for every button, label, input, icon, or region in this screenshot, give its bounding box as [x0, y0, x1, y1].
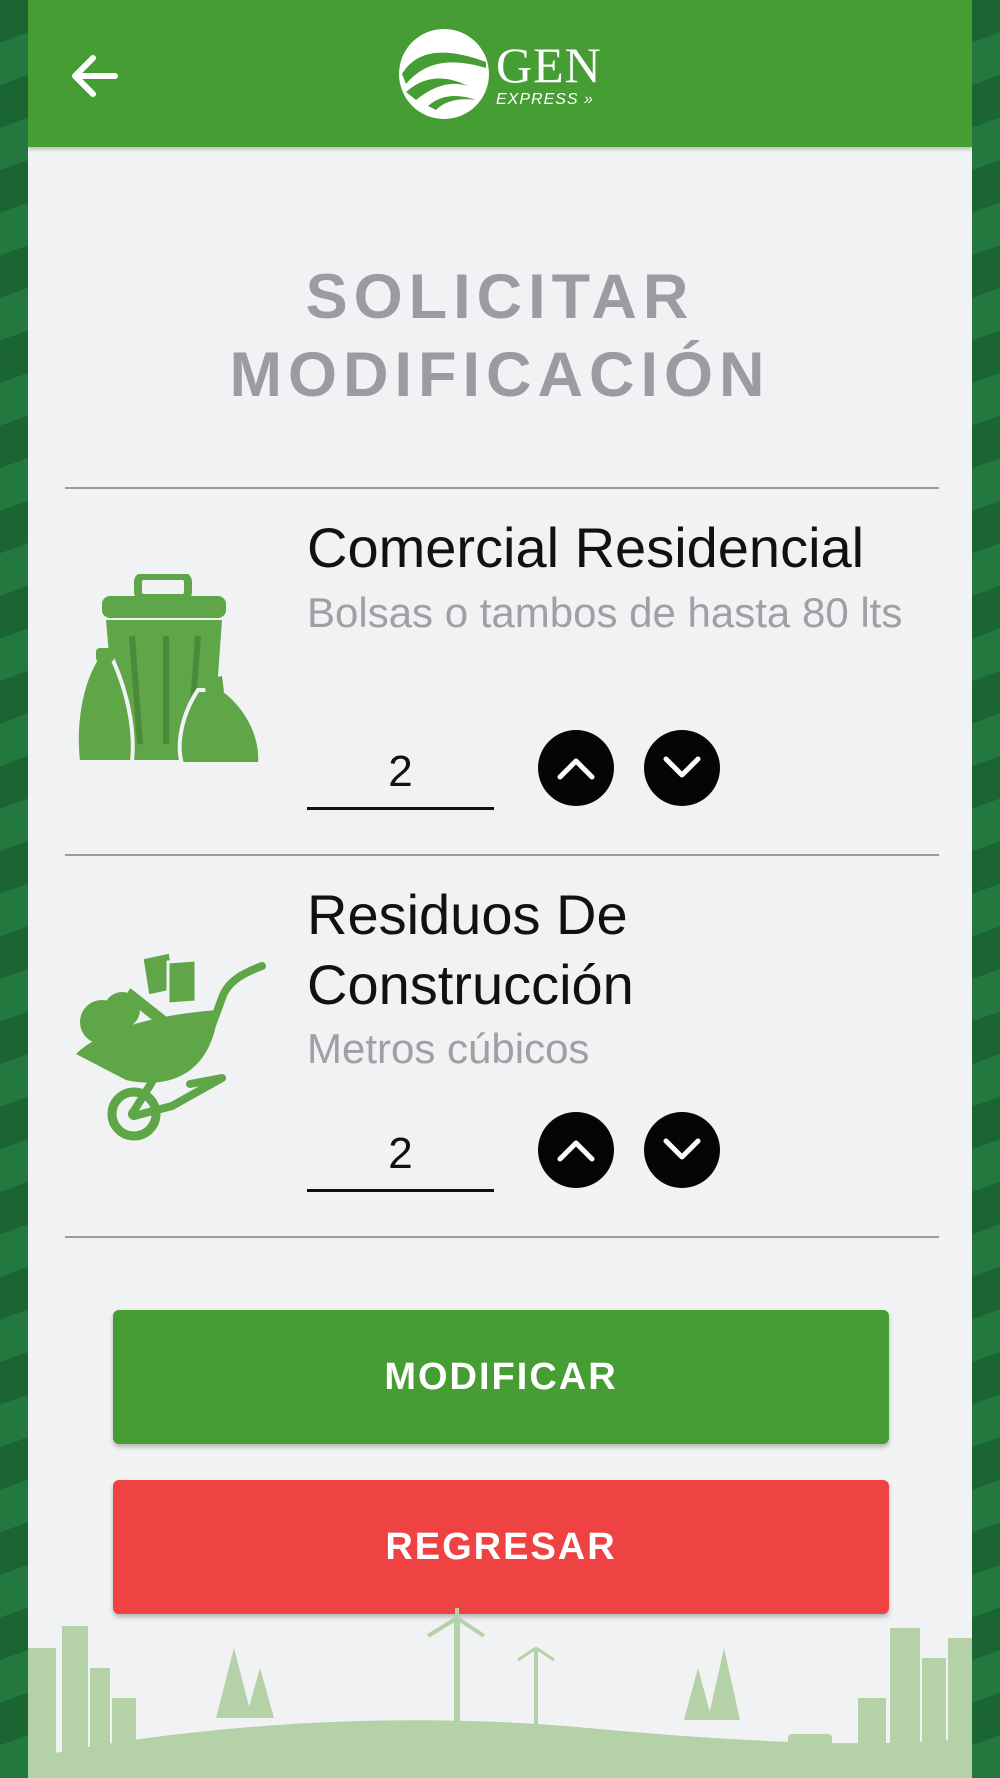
back-action-button[interactable]: REGRESAR — [113, 1480, 889, 1614]
chevron-up-icon — [557, 758, 595, 780]
increment-button[interactable] — [538, 730, 614, 806]
city-skyline-illustration — [28, 1608, 972, 1778]
increment-button[interactable] — [538, 1112, 614, 1188]
logo-subtitle: EXPRESS » — [496, 91, 594, 108]
trash-can-bags-icon — [74, 574, 262, 766]
arrow-left-icon — [72, 55, 118, 97]
chevron-down-icon — [663, 756, 701, 778]
page-title-line-1: SOLICITAR — [305, 262, 695, 332]
service-name: Residuos De Construcción — [307, 883, 634, 1016]
page-title-line-2: MODIFICACIÓN — [229, 340, 771, 410]
app-bar: GEN EXPRESS » — [28, 0, 972, 147]
divider-middle — [65, 854, 939, 856]
content-panel: GEN EXPRESS » SOLICITAR MODIFICACIÓN Com… — [28, 0, 972, 1778]
background-pattern-left — [0, 0, 28, 1778]
wheelbarrow-icon — [76, 950, 266, 1141]
divider-bottom — [65, 1236, 939, 1238]
decrement-button[interactable] — [644, 730, 720, 806]
chevron-up-icon — [557, 1140, 595, 1162]
quantity-input[interactable] — [307, 1119, 494, 1192]
modify-button[interactable]: MODIFICAR — [113, 1310, 889, 1444]
service-description: Bolsas o tambos de hasta 80 lts — [307, 589, 903, 636]
decrement-button[interactable] — [644, 1112, 720, 1188]
page-title: SOLICITAR MODIFICACIÓN — [28, 258, 972, 414]
background-pattern-right — [972, 0, 1000, 1778]
quantity-input[interactable] — [307, 737, 494, 810]
brand-logo: GEN EXPRESS » — [398, 26, 608, 122]
chevron-down-icon — [663, 1138, 701, 1160]
logo-emblem-icon — [399, 29, 489, 119]
divider-top — [65, 487, 939, 489]
service-name: Comercial Residencial — [307, 516, 865, 579]
logo-wordmark: GEN — [496, 37, 602, 93]
service-description: Metros cúbicos — [307, 1025, 590, 1072]
back-button[interactable] — [64, 46, 124, 106]
